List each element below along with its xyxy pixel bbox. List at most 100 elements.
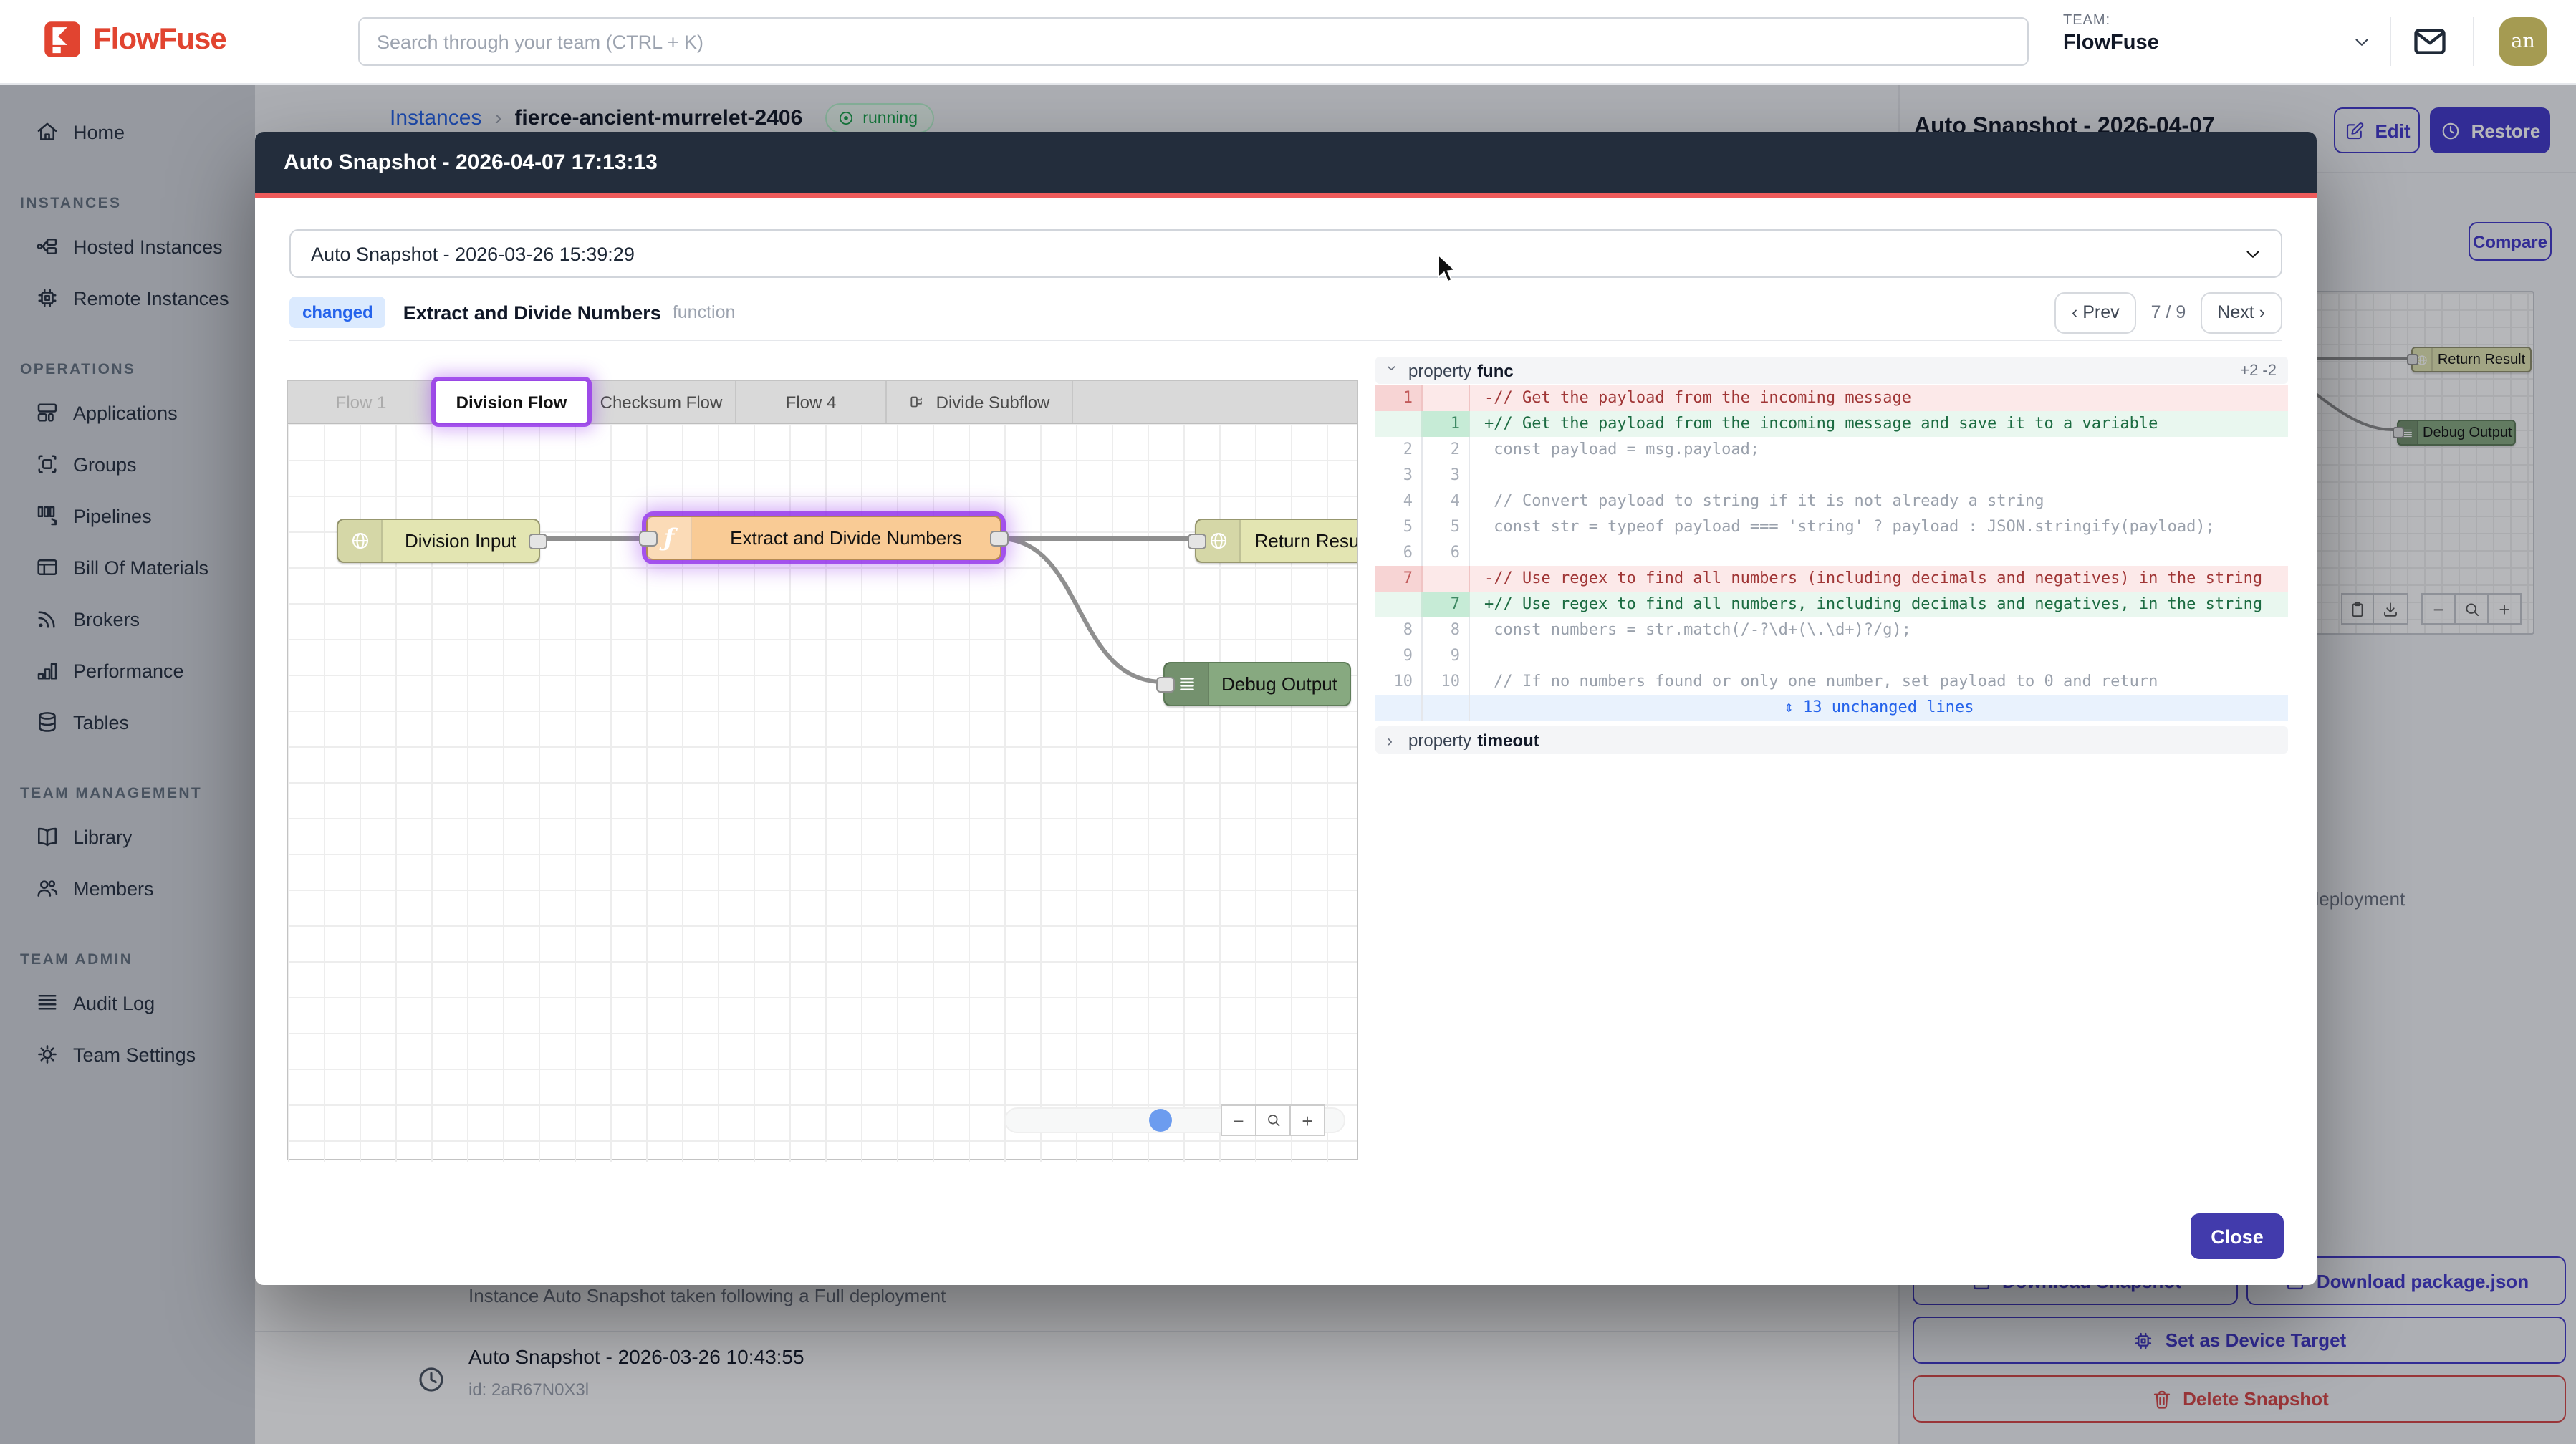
diff-cell [1423,695,1470,721]
node-extract-and-divide-numbers[interactable]: ƒ Extract and Divide Numbers [646,516,1001,560]
change-summary-row: changed Extract and Divide Numbers funct… [289,292,2282,332]
diff-line: 88 const numbers = str.match(/-?\d+(\.\d… [1375,617,2288,643]
diff-cell: 4 [1375,488,1423,514]
node-division-input[interactable]: Division Input [337,519,540,563]
zoom-in-button[interactable]: + [1289,1104,1325,1136]
logo-text: FlowFuse [93,22,226,57]
diff-line: 1010 // If no numbers found or only one … [1375,669,2288,695]
diff-cell: 3 [1423,463,1470,488]
diff-cell: -// Get the payload from the incoming me… [1470,385,2288,411]
zoom-out-button[interactable]: − [1221,1104,1256,1136]
diff-cell [1375,695,1423,721]
diff-stats: +2 -2 [2240,362,2277,379]
node-debug-output[interactable]: Debug Output [1163,662,1351,706]
changed-node-name: Extract and Divide Numbers [403,302,661,323]
next-button[interactable]: Next › [2200,292,2282,333]
diff-line: 1+// Get the payload from the incoming m… [1375,411,2288,437]
diff-property-timeout-header[interactable]: › property timeout [1375,726,2288,754]
diff-cell [1375,592,1423,617]
diff-cell: 4 [1423,488,1470,514]
subflow-icon [909,393,928,411]
divider [2473,17,2474,66]
avatar[interactable]: an [2499,17,2547,66]
chevron-down-icon [2242,244,2264,265]
diff-cell [1470,463,2288,488]
diff-cell: const str = typeof payload === 'string' … [1470,514,2288,540]
node-return-result[interactable]: Return Result [1195,519,1357,563]
modal-header: Auto Snapshot - 2026-04-07 17:13:13 [255,132,2317,198]
chevron-down-icon[interactable] [2351,32,2373,53]
tab-label: Flow 4 [786,392,837,412]
mail-icon[interactable] [2411,23,2448,60]
zoom-slider-knob[interactable] [1149,1109,1172,1132]
flow-tab-division-flow[interactable]: Division Flow [436,381,587,423]
property-name: func [1477,360,1514,380]
flow-grid[interactable]: Division Input ƒ Extract and Divide Numb… [288,424,1357,1162]
flowfuse-logo[interactable]: FlowFuse [43,20,226,59]
change-pager: ‹ Prev 7 / 9 Next › [2054,292,2282,333]
diff-cell: 1 [1423,411,1470,437]
modal-title: Auto Snapshot - 2026-04-07 17:13:13 [255,150,658,175]
globe-icon [338,520,383,562]
app: FlowFuse Search through your team (CTRL … [0,0,2576,1444]
flow-tab-divide-subflow[interactable]: Divide Subflow [887,381,1073,423]
diff-panel: › property func +2 -2 1-// Get the paylo… [1375,357,2288,754]
diff-line: 99 [1375,643,2288,669]
input-port [1188,533,1206,549]
diff-cell: 2 [1375,437,1423,463]
diff-cell: // Convert payload to string if it is no… [1470,488,2288,514]
diff-line: 33 [1375,463,2288,488]
chevron-icon: › [1383,365,1403,376]
prev-button[interactable]: ‹ Prev [2054,292,2137,333]
zoom-reset-button[interactable] [1255,1104,1291,1136]
diff-cell: 10 [1375,669,1423,695]
flow-tab-flow-1[interactable]: Flow 1 [288,381,436,423]
diff-cell [1470,643,2288,669]
top-bar: FlowFuse Search through your team (CTRL … [0,0,2576,85]
pager-counter: 7 / 9 [2151,302,2186,322]
compare-snapshot-select[interactable]: Auto Snapshot - 2026-03-26 15:39:29 [289,229,2282,278]
property-name: timeout [1477,730,1539,750]
diff-cell [1470,540,2288,566]
diff-cell [1423,385,1470,411]
tab-label: Checksum Flow [600,392,723,412]
flow-tab-flow-4[interactable]: Flow 4 [736,381,887,423]
input-port [639,530,658,546]
search-placeholder: Search through your team (CTRL + K) [377,31,703,52]
diff-unchanged-expander[interactable]: ⇕ 13 unchanged lines [1375,695,2288,721]
diff-cell: 6 [1375,540,1423,566]
diff-cell [1423,566,1470,592]
diff-cell: +// Get the payload from the incoming me… [1470,411,2288,437]
node-label: Extract and Divide Numbers [692,527,1000,549]
diff-cell: ⇕ 13 unchanged lines [1470,695,2288,721]
team-name: FlowFuse [2063,32,2159,54]
diff-cell: const numbers = str.match(/-?\d+(\.\d+)?… [1470,617,2288,643]
diff-cell: 6 [1423,540,1470,566]
team-label: TEAM: [2063,13,2159,29]
diff-cell: -// Use regex to find all numbers (inclu… [1470,566,2288,592]
changed-node-type: function [673,302,736,322]
close-button[interactable]: Close [2191,1213,2284,1259]
team-selector[interactable]: TEAM: FlowFuse [2063,13,2159,54]
property-label: property [1408,360,1471,380]
diff-cell: 7 [1423,592,1470,617]
flow-tab-checksum-flow[interactable]: Checksum Flow [587,381,736,423]
diff-line: 1 -// Get the payload from the incoming m… [1375,385,2288,411]
diff-cell: 1 [1375,385,1423,411]
output-port [529,533,547,549]
chevron-icon: › [1387,730,1398,750]
divider [289,340,2282,341]
flow-canvas: Flow 1 Division Flow Checksum Flow Flow 4 Di… [287,380,1358,1160]
diff-line: 22 const payload = msg.payload; [1375,437,2288,463]
diff-line: 55 const str = typeof payload === 'strin… [1375,514,2288,540]
diff-property-func-header[interactable]: › property func +2 -2 [1375,357,2288,384]
diff-cell: 2 [1423,437,1470,463]
mouse-cursor [1437,255,1457,284]
diff-cell: 3 [1375,463,1423,488]
diff-cell: 8 [1423,617,1470,643]
search-input[interactable]: Search through your team (CTRL + K) [358,17,2029,66]
changed-badge: changed [289,297,386,328]
output-port [990,530,1009,546]
diff-cell: const payload = msg.payload; [1470,437,2288,463]
tab-label: Division Flow [456,392,567,412]
